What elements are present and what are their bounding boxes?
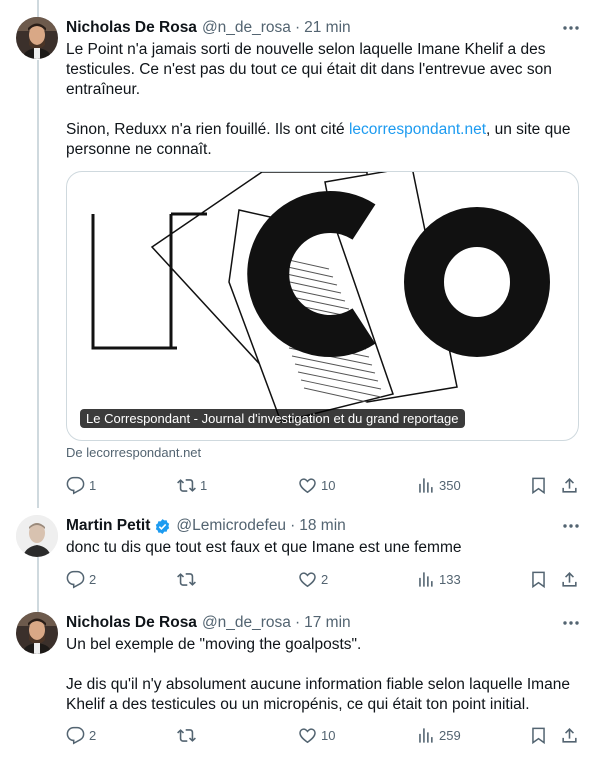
bookmark-button[interactable] (529, 723, 548, 747)
author-name[interactable]: Nicholas De Rosa (66, 614, 197, 632)
views-count: 133 (439, 571, 461, 587)
views-count: 350 (439, 477, 461, 493)
tweet-2[interactable]: Martin Petit @Lemicrodefeu · 18 min donc… (0, 505, 600, 600)
author-handle[interactable]: @n_de_rosa (202, 19, 291, 37)
like-count: 10 (321, 727, 336, 743)
heart-icon (299, 477, 316, 493)
repost-button[interactable] (177, 567, 196, 591)
share-button[interactable] (560, 723, 579, 747)
action-bar: 2 10 259 (66, 723, 580, 747)
views-button[interactable]: 133 (416, 567, 461, 591)
share-icon (562, 477, 577, 493)
bookmark-icon (532, 727, 545, 744)
views-button[interactable]: 259 (416, 723, 461, 747)
share-button[interactable] (560, 473, 579, 497)
views-icon (419, 477, 433, 493)
views-count: 259 (439, 727, 461, 743)
reply-button[interactable]: 2 (66, 567, 96, 591)
more-icon[interactable] (560, 612, 582, 634)
author-name[interactable]: Martin Petit (66, 517, 150, 535)
tweet-link[interactable]: lecorrespondant.net (349, 121, 486, 138)
bookmark-icon (532, 571, 545, 588)
share-icon (562, 727, 577, 743)
reply-icon (66, 726, 85, 745)
reply-button[interactable]: 1 (66, 473, 96, 497)
card-caption: Le Correspondant - Journal d'investigati… (80, 409, 465, 428)
views-icon (419, 727, 433, 743)
like-count: 2 (321, 571, 329, 587)
tweet-3[interactable]: Nicholas De Rosa @n_de_rosa · 17 min Un … (0, 600, 600, 757)
card-source[interactable]: De lecorrespondant.net (66, 445, 201, 460)
views-button[interactable]: 350 (416, 473, 461, 497)
bookmark-icon (532, 477, 545, 494)
card-image (91, 172, 550, 423)
tweet-text: Un bel exemple de "moving the goalposts"… (66, 636, 570, 713)
bookmark-button[interactable] (529, 473, 548, 497)
repost-icon (177, 572, 196, 586)
like-button[interactable]: 10 (298, 473, 335, 497)
reply-button[interactable]: 2 (66, 723, 96, 747)
author-handle[interactable]: @n_de_rosa (202, 614, 291, 632)
card-logo-o (404, 207, 550, 357)
repost-icon (177, 728, 196, 742)
tweet-text: donc tu dis que tout est faux et que Ima… (66, 539, 462, 556)
more-icon[interactable] (560, 17, 582, 39)
timestamp[interactable]: 18 min (299, 517, 346, 535)
tweet-header: Martin Petit @Lemicrodefeu · 18 min (66, 517, 346, 535)
share-icon (562, 571, 577, 587)
repost-count: 1 (200, 477, 208, 493)
tweet-1[interactable]: Nicholas De Rosa @n_de_rosa · 21 min Le … (0, 0, 600, 505)
tweet-header: Nicholas De Rosa @n_de_rosa · 21 min (66, 19, 351, 37)
heart-icon (299, 571, 316, 587)
avatar-nicholas[interactable] (16, 612, 58, 654)
verified-badge-icon (156, 518, 170, 534)
action-bar: 2 2 133 (66, 567, 580, 591)
reply-icon (66, 570, 85, 589)
share-button[interactable] (560, 567, 579, 591)
views-icon (419, 571, 433, 587)
author-handle[interactable]: @Lemicrodefeu (176, 517, 286, 535)
timestamp[interactable]: 17 min (304, 614, 351, 632)
repost-button[interactable] (177, 723, 196, 747)
repost-icon (177, 478, 196, 492)
like-button[interactable]: 10 (298, 723, 335, 747)
author-name[interactable]: Nicholas De Rosa (66, 19, 197, 37)
heart-icon (299, 727, 316, 743)
avatar-martin[interactable] (16, 515, 58, 557)
like-button[interactable]: 2 (298, 567, 328, 591)
reply-icon (66, 476, 85, 495)
reply-count: 2 (89, 571, 97, 587)
more-icon[interactable] (560, 515, 582, 537)
like-count: 10 (321, 477, 336, 493)
reply-count: 1 (89, 477, 97, 493)
tweet-text: Le Point n'a jamais sorti de nouvelle se… (66, 41, 571, 158)
reply-count: 2 (89, 727, 97, 743)
bookmark-button[interactable] (529, 567, 548, 591)
action-bar: 1 1 10 350 (66, 473, 580, 497)
timestamp[interactable]: 21 min (304, 19, 351, 37)
repost-button[interactable]: 1 (177, 473, 207, 497)
tweet-header: Nicholas De Rosa @n_de_rosa · 17 min (66, 614, 351, 632)
link-preview-card[interactable]: Le Correspondant - Journal d'investigati… (66, 171, 579, 441)
avatar-nicholas[interactable] (16, 17, 58, 59)
